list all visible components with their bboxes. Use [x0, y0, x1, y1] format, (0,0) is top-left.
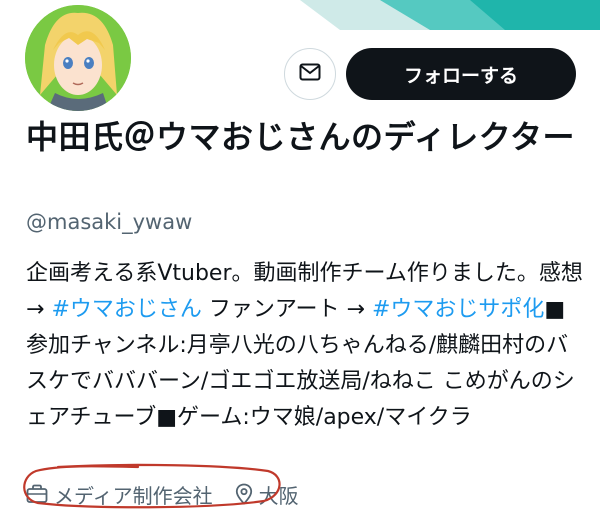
hashtag-link[interactable]: #ウマおじサポ化	[372, 297, 544, 322]
message-button[interactable]	[284, 48, 336, 100]
avatar[interactable]	[22, 2, 134, 114]
bio-text: ファンアート →	[201, 297, 372, 322]
follow-button[interactable]: フォローする	[346, 48, 576, 100]
profile-bio: 企画考える系Vtuber。動画制作チーム作りました。感想 → #ウマおじさん フ…	[26, 256, 586, 436]
display-name: 中田氏＠ウマおじさんのディレクター	[26, 118, 575, 156]
location-label: 大阪	[258, 483, 299, 508]
location-pin-icon	[235, 483, 253, 505]
profile-location: 大阪	[235, 480, 299, 509]
profile-meta: メディア制作会社 大阪	[26, 476, 299, 512]
envelope-icon	[299, 63, 321, 85]
follow-button-label: フォローする	[403, 64, 518, 87]
user-handle: @masaki_ywaw	[26, 210, 193, 234]
briefcase-icon	[26, 484, 48, 504]
category-label: メディア制作会社	[54, 483, 213, 508]
profile-category: メディア制作会社	[26, 480, 213, 509]
hashtag-link[interactable]: #ウマおじさん	[51, 297, 201, 322]
